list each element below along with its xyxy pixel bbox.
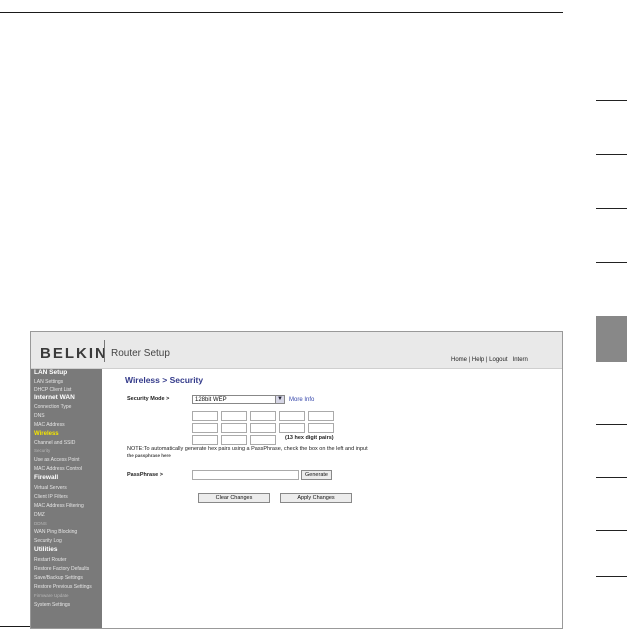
sidebar-item-access-point[interactable]: Use as Access Point xyxy=(34,457,80,463)
sidebar-item-security[interactable]: Security xyxy=(34,448,50,454)
passphrase-label: PassPhrase > xyxy=(127,472,163,478)
hex-key-field[interactable] xyxy=(192,423,218,433)
more-info-link[interactable]: More Info xyxy=(289,397,314,403)
security-mode-label: Security Mode > xyxy=(127,396,170,402)
generate-button[interactable]: Generate xyxy=(301,470,332,480)
sidebar-item-save-backup-settings[interactable]: Save/Backup Settings xyxy=(34,575,83,581)
hex-key-field[interactable] xyxy=(221,411,247,421)
logo-divider xyxy=(104,340,105,362)
section-tab-1 xyxy=(596,100,627,101)
sidebar: LAN Setup LAN Settings DHCP Client List … xyxy=(31,369,102,628)
page-top-rule xyxy=(0,12,563,13)
sidebar-item-dns[interactable]: DNS xyxy=(34,413,45,419)
router-header: BELKIN Router Setup Home | Help | Logout… xyxy=(31,332,562,369)
sidebar-item-restore-factory-defaults[interactable]: Restore Factory Defaults xyxy=(34,566,89,572)
passphrase-note-sub: the passphrase here xyxy=(127,453,171,458)
hex-key-field[interactable] xyxy=(308,423,334,433)
main-content: Wireless > Security Security Mode > 128b… xyxy=(102,369,562,628)
section-tab-8 xyxy=(596,530,627,531)
page-title: Wireless > Security xyxy=(125,375,204,385)
section-tab-2 xyxy=(596,154,627,155)
hex-key-field[interactable] xyxy=(250,435,276,445)
hex-key-field[interactable] xyxy=(250,411,276,421)
sidebar-item-wan-ping-blocking[interactable]: WAN Ping Blocking xyxy=(34,529,77,535)
help-link[interactable]: Help xyxy=(472,357,484,363)
hex-key-field[interactable] xyxy=(221,423,247,433)
sidebar-heading-utilities[interactable]: Utilities xyxy=(34,546,57,553)
sidebar-item-system-settings[interactable]: System Settings xyxy=(34,602,70,608)
sidebar-item-security-log[interactable]: Security Log xyxy=(34,538,62,544)
logout-link[interactable]: Logout xyxy=(489,357,507,363)
home-link[interactable]: Home xyxy=(451,357,467,363)
security-mode-select[interactable]: 128bit WEP ▼ xyxy=(192,395,285,404)
sidebar-item-mac-address[interactable]: MAC Address xyxy=(34,422,65,428)
sidebar-item-channel-ssid[interactable]: Channel and SSID xyxy=(34,440,75,446)
belkin-logo: BELKIN xyxy=(40,345,108,362)
hex-pairs-hint: (13 hex digit pairs) xyxy=(285,435,334,441)
sidebar-heading-internet-wan[interactable]: Internet WAN xyxy=(34,394,75,401)
sidebar-item-mac-address-control[interactable]: MAC Address Control xyxy=(34,466,82,472)
section-tab-7 xyxy=(596,477,627,478)
hex-key-field[interactable] xyxy=(221,435,247,445)
sidebar-item-restore-previous-settings[interactable]: Restore Previous Settings xyxy=(34,584,92,590)
sidebar-item-connection-type[interactable]: Connection Type xyxy=(34,404,71,410)
passphrase-note: NOTE:To automatically generate hex pairs… xyxy=(127,446,368,452)
sidebar-heading-firewall[interactable]: Firewall xyxy=(34,474,58,481)
hex-key-field[interactable] xyxy=(279,423,305,433)
security-mode-value: 128bit WEP xyxy=(195,397,227,403)
dropdown-arrow-icon[interactable]: ▼ xyxy=(275,396,284,403)
section-tab-active xyxy=(596,316,627,362)
hex-key-field[interactable] xyxy=(279,411,305,421)
section-tab-3 xyxy=(596,208,627,209)
top-links: Home | Help | Logout Intern xyxy=(451,357,528,363)
sidebar-item-client-ip-filters[interactable]: Client IP Filters xyxy=(34,494,68,500)
internet-link[interactable]: Intern xyxy=(513,357,528,363)
apply-changes-button[interactable]: Apply Changes xyxy=(280,493,352,503)
section-tab-6 xyxy=(596,424,627,425)
sidebar-item-lan-settings[interactable]: LAN Settings xyxy=(34,379,63,385)
sidebar-item-dmz[interactable]: DMZ xyxy=(34,512,45,518)
section-tab-4 xyxy=(596,262,627,263)
section-tab-9 xyxy=(596,576,627,577)
passphrase-input[interactable] xyxy=(192,470,299,480)
hex-key-field[interactable] xyxy=(250,423,276,433)
router-screenshot: BELKIN Router Setup Home | Help | Logout… xyxy=(30,331,563,629)
sidebar-item-restart-router[interactable]: Restart Router xyxy=(34,557,67,563)
hex-key-field[interactable] xyxy=(308,411,334,421)
sidebar-item-dhcp-client-list[interactable]: DHCP Client List xyxy=(34,387,71,393)
hex-key-field[interactable] xyxy=(192,435,218,445)
router-title: Router Setup xyxy=(111,348,170,359)
sidebar-item-firmware-update[interactable]: Firmware Update xyxy=(34,593,69,599)
sidebar-item-virtual-servers[interactable]: Virtual Servers xyxy=(34,485,67,491)
sidebar-heading-lan-setup[interactable]: LAN Setup xyxy=(34,369,67,376)
clear-changes-button[interactable]: Clear Changes xyxy=(198,493,270,503)
sidebar-item-ddns[interactable]: DDNS xyxy=(34,521,47,527)
sidebar-item-mac-address-filtering[interactable]: MAC Address Filtering xyxy=(34,503,84,509)
sidebar-heading-wireless[interactable]: Wireless xyxy=(34,431,59,437)
hex-key-field[interactable] xyxy=(192,411,218,421)
